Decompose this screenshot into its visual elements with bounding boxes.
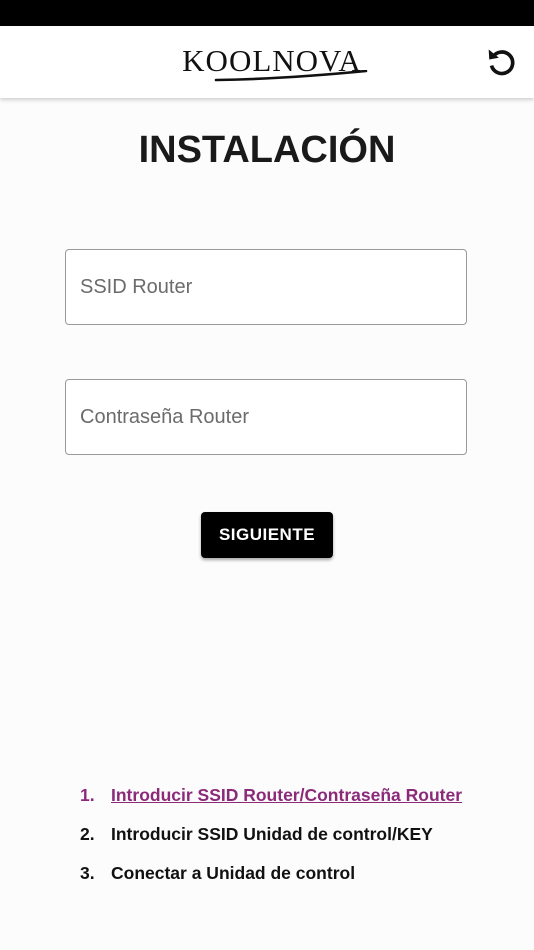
router-password-input[interactable] bbox=[65, 379, 467, 455]
app-header: KOOLNOVA bbox=[0, 26, 534, 98]
step-label: Introducir SSID Unidad de control/KEY bbox=[111, 824, 433, 844]
page-title: INSTALACIÓN bbox=[138, 129, 396, 171]
step-number: 1. bbox=[80, 785, 95, 805]
step-2: 2. Introducir SSID Unidad de control/KEY bbox=[80, 815, 520, 854]
ssid-router-input[interactable] bbox=[65, 249, 467, 325]
step-number: 3. bbox=[80, 863, 95, 883]
logo-swoosh-icon bbox=[214, 70, 368, 82]
setup-steps-list: 1. Introducir SSID Router/Contraseña Rou… bbox=[80, 776, 520, 893]
step-label: Conectar a Unidad de control bbox=[111, 863, 356, 883]
brand-logo: KOOLNOVA bbox=[172, 44, 372, 84]
rotate-ccw-icon bbox=[488, 49, 515, 76]
step-1[interactable]: 1. Introducir SSID Router/Contraseña Rou… bbox=[80, 776, 520, 815]
step-3: 3. Conectar a Unidad de control bbox=[80, 854, 520, 893]
step-label-link[interactable]: Introducir SSID Router/Contraseña Router bbox=[111, 785, 462, 806]
next-button[interactable]: SIGUIENTE bbox=[201, 512, 333, 558]
step-number: 2. bbox=[80, 824, 95, 844]
status-bar bbox=[0, 0, 534, 26]
reset-button[interactable] bbox=[482, 42, 522, 82]
